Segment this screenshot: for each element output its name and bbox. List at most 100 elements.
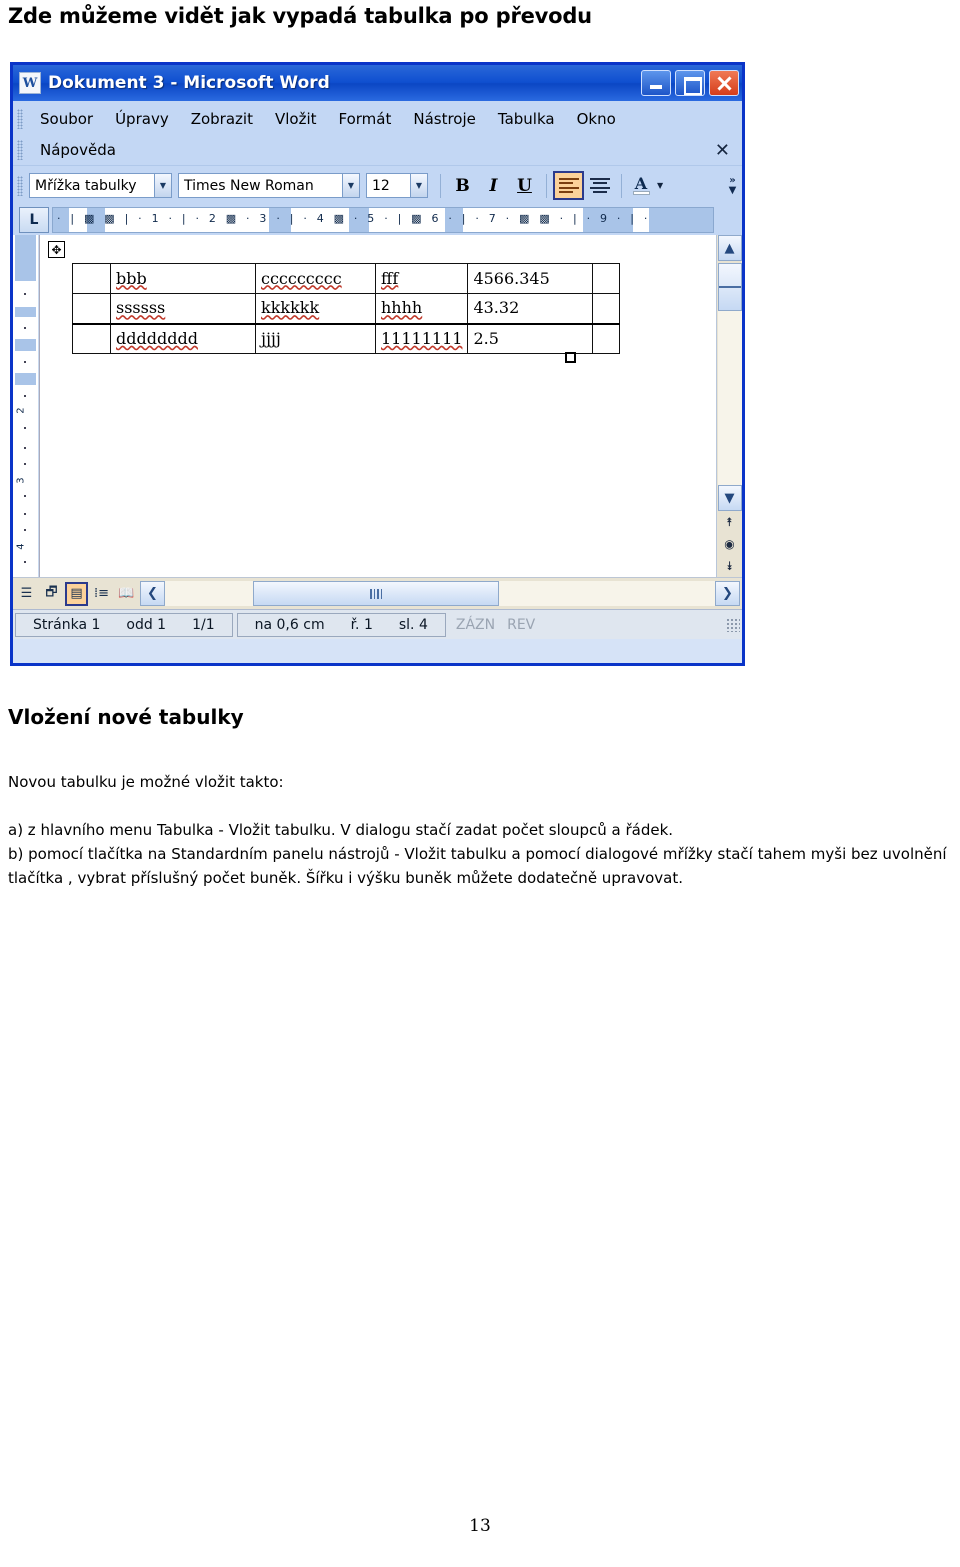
status-line: ř. 1 [350,616,373,633]
table-row[interactable]: dddddddd jjjj 11111111 2.5 [72,323,621,354]
table-cell-text: ssssss [116,298,166,318]
select-browse-object-icon[interactable]: ◉ [718,533,742,555]
vertical-scrollbar[interactable]: ▲ ▼ ⯭ ◉ ⯯ [716,235,742,577]
status-section: odd 1 [126,616,167,633]
prev-page-icon[interactable]: ⯭ [718,511,742,533]
table-resize-handle-icon[interactable] [565,352,576,363]
table-move-handle-icon[interactable]: ✥ [48,241,65,258]
align-center-button[interactable] [584,171,615,200]
table-cell[interactable]: ccccccccc [255,263,376,294]
toolbar-separator [546,173,547,198]
table-cell[interactable]: kkkkkk [255,293,376,325]
web-layout-view-icon[interactable]: 🗗 [40,582,63,606]
toolbar-drag-grip[interactable] [17,175,23,196]
horizontal-scroll-thumb[interactable] [253,581,499,606]
underline-button[interactable]: U [509,171,540,200]
table-cell-text: hhhh [381,298,423,318]
menu-item-upravy[interactable]: Úpravy [104,108,180,130]
resize-grip-icon[interactable] [726,617,740,632]
menu-item-format[interactable]: Formát [328,108,403,130]
table-cell[interactable] [592,263,621,294]
window-controls [641,70,739,96]
reading-view-icon[interactable]: 📖 [115,582,138,606]
scroll-right-button[interactable]: ❯ [715,581,740,606]
menu-item-vlozit[interactable]: Vložit [264,108,328,130]
close-icon[interactable]: ✕ [715,140,730,161]
chevron-down-icon[interactable]: ▼ [154,174,171,197]
tab-stop-selector[interactable]: L [19,207,49,233]
align-left-button[interactable] [553,171,584,200]
menu-item-soubor[interactable]: Soubor [29,108,104,130]
print-layout-view-icon[interactable]: ▤ [65,581,88,606]
page-number: 13 [469,1516,491,1536]
table-cell[interactable]: jjjj [255,323,376,354]
menu-item-napoveda[interactable]: Nápověda [29,139,127,161]
menu-drag-grip-secondary[interactable] [17,139,23,160]
horizontal-ruler[interactable]: · | ▩ ▩ | · 1 · | · 2 ▩ · 3 · | · 4 ▩ · … [52,207,714,233]
bold-button[interactable]: B [447,171,478,200]
menu-row-primary: Soubor Úpravy Zobrazit Vložit Formát Nás… [13,103,742,134]
table-cell[interactable]: 4566.345 [467,263,594,294]
word-table[interactable]: bbb ccccccccc fff 4566.345 ssssss kkkkkk… [72,263,621,354]
menu-item-okno[interactable]: Okno [566,108,627,130]
table-cell[interactable]: hhhh [374,293,469,325]
table-cell[interactable] [72,263,111,294]
title-bar: Dokument 3 - Microsoft Word [13,65,742,101]
section-heading: Vložení nové tabulky [8,705,244,729]
table-row[interactable]: bbb ccccccccc fff 4566.345 [72,263,621,294]
menu-item-nastroje[interactable]: Nástroje [402,108,487,130]
window-title: Dokument 3 - Microsoft Word [48,73,330,93]
italic-button[interactable]: I [478,171,509,200]
vertical-scroll-track[interactable] [717,311,742,485]
table-cell[interactable]: 43.32 [467,293,594,325]
vruler-number-2: 2 [15,407,27,414]
table-cell[interactable]: bbb [110,263,256,294]
table-cell[interactable]: ssssss [110,293,256,325]
word-application-window: Dokument 3 - Microsoft Word Soubor Úprav… [10,62,745,666]
font-color-button[interactable]: A [628,171,654,200]
table-cell[interactable]: dddddddd [110,323,256,354]
chevron-down-icon[interactable]: ▼ [657,181,663,190]
table-cell[interactable]: 2.5 [467,323,594,354]
paragraph-b: b) pomocí tlačítka na Standardním panelu… [8,845,947,887]
minimize-button[interactable] [641,70,671,96]
table-cell[interactable] [72,323,111,354]
vertical-scroll-thumb[interactable] [717,263,742,311]
font-dropdown-value: Times New Roman [184,177,314,194]
menu-item-tabulka[interactable]: Tabulka [487,108,566,130]
horizontal-scroll-track[interactable] [165,581,715,606]
style-dropdown[interactable]: Mřížka tabulky ▼ [29,173,172,198]
table-cell[interactable] [592,293,621,325]
toolbar-overflow-button[interactable]: » ▼ [725,168,740,204]
document-canvas[interactable]: ✥ bbb ccccccccc fff 4566.345 ssssss kkkk… [39,235,716,577]
vertical-ruler[interactable]: 2 3 4 [13,235,39,577]
table-cell-text: dddddddd [116,328,198,348]
table-cell-text: 11111111 [381,328,463,348]
status-group-position: na 0,6 cm ř. 1 sl. 4 [236,612,446,637]
align-center-icon [589,175,610,196]
scroll-left-button[interactable]: ❮ [140,581,165,606]
status-trk-toggle[interactable]: REV [501,617,541,633]
table-cell[interactable]: 11111111 [374,323,469,354]
font-color-letter: A [634,174,648,193]
chevron-down-icon[interactable]: ▼ [342,174,359,197]
status-group-page: Stránka 1 odd 1 1/1 [15,612,233,637]
chevron-down-icon[interactable]: ▼ [410,174,427,197]
table-cell[interactable] [592,323,621,354]
menu-item-zobrazit[interactable]: Zobrazit [180,108,264,130]
normal-view-icon[interactable]: ☰ [15,582,38,606]
close-button[interactable] [709,70,739,96]
table-row[interactable]: ssssss kkkkkk hhhh 43.32 [72,293,621,325]
table-cell[interactable]: fff [374,263,469,294]
scroll-up-button[interactable]: ▲ [717,235,742,261]
table-cell[interactable] [72,293,111,325]
restore-button[interactable] [675,70,705,96]
status-rec-toggle[interactable]: ZÁZN [450,617,501,633]
scroll-down-button[interactable]: ▼ [717,485,742,511]
outline-view-icon[interactable]: ⁞≡ [90,582,113,606]
view-and-hscroll-bar: ☰ 🗗 ▤ ⁞≡ 📖 ❮ ❯ [13,577,742,609]
menu-drag-grip[interactable] [17,108,23,129]
font-dropdown[interactable]: Times New Roman ▼ [178,173,360,198]
font-size-dropdown[interactable]: 12 ▼ [366,173,428,198]
next-page-icon[interactable]: ⯯ [718,555,742,577]
